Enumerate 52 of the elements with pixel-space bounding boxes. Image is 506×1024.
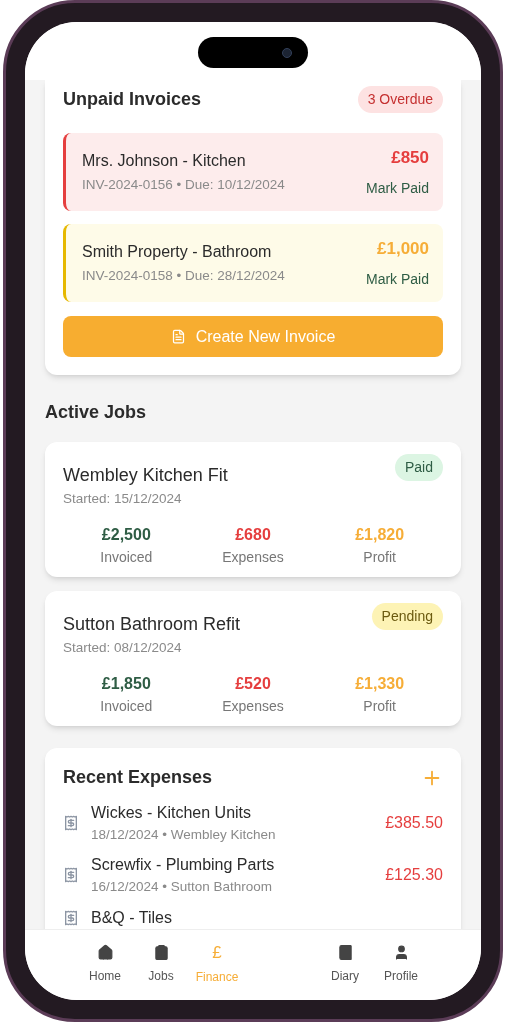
pound-glyph: £: [212, 944, 222, 962]
job-name: Wembley Kitchen Fit: [63, 464, 228, 487]
expense-amount: £385.50: [385, 813, 443, 834]
job-name: Sutton Bathroom Refit: [63, 613, 241, 636]
camera-icon: [282, 47, 292, 58]
invoice-meta: INV-2024-0156 • Due: 10/12/2024: [82, 175, 285, 194]
status-badge: Paid: [394, 454, 443, 481]
expense-title: Screwfix - Plumbing Parts: [91, 855, 276, 876]
job-card[interactable]: Sutton Bathroom Refit Started: 08/12/2024 Pending £1,850 Invoiced £520 Expenses £1,330 Profit: [45, 591, 461, 726]
stat-label: Profit: [363, 548, 396, 568]
receipt-icon: [63, 867, 79, 884]
expense-meta: 16/12/2024 • Sutton Bathroom: [91, 878, 274, 897]
section-title: Recent Expenses: [63, 766, 213, 789]
expense-amount: £125.30: [385, 865, 443, 886]
home-icon: [96, 944, 114, 961]
nav-tab[interactable]: Jobs: [133, 944, 189, 985]
stat-label: Profit: [363, 697, 396, 717]
section-title: Unpaid Invoices: [63, 88, 202, 111]
invoice-amount: £1,000: [377, 237, 429, 260]
invoice-item[interactable]: Mrs. Johnson - Kitchen INV-2024-0156 • Due: 10/12/2024 £850 Mark Paid: [63, 133, 443, 211]
invoice-meta: INV-2024-0158 • Due: 28/12/2024: [82, 266, 285, 285]
receipt-icon: [63, 815, 79, 832]
job-start-date: Started: 08/12/2024: [63, 639, 183, 657]
mark-paid-button[interactable]: Mark Paid: [365, 178, 429, 200]
stat-label: Invoiced: [100, 548, 153, 568]
nav-tab[interactable]: Diary: [317, 944, 373, 985]
stat-value: £1,330: [355, 674, 405, 695]
job-card[interactable]: Wembley Kitchen Fit Started: 15/12/2024 Paid £2,500 Invoiced £680 Expenses £1,820 Profit: [45, 442, 461, 577]
stat-value: £1,850: [101, 674, 151, 695]
document-icon: [170, 329, 186, 344]
expense-title: Wickes - Kitchen Units: [91, 803, 253, 823]
stat-value: £520: [235, 674, 271, 695]
stat-label: Invoiced: [100, 697, 153, 717]
stat-label: Expenses: [222, 548, 284, 568]
invoice-amount: £850: [391, 146, 429, 169]
receipt-icon: [63, 909, 79, 926]
overdue-badge: 3 Overdue: [357, 86, 443, 113]
job-start-date: Started: 15/12/2024: [63, 490, 183, 508]
expense-meta: 18/12/2024 • Wembley Kitchen: [91, 826, 277, 844]
nav-tab[interactable]: Profile: [373, 944, 429, 985]
stat-value: £680: [235, 525, 271, 546]
stat-value: £2,500: [101, 525, 151, 546]
stat-value: £1,820: [355, 525, 405, 546]
nav-tab[interactable]: Home: [77, 944, 133, 985]
invoice-client: Smith Property - Bathroom: [82, 241, 273, 262]
section-title: Active Jobs: [45, 401, 148, 424]
expense-title: B&Q - Tiles: [91, 907, 173, 928]
status-badge: Pending: [371, 603, 443, 630]
invoice-client: Mrs. Johnson - Kitchen: [82, 150, 247, 171]
mark-paid-button[interactable]: Mark Paid: [365, 269, 429, 291]
invoice-item[interactable]: Smith Property - Bathroom INV-2024-0158 • Due: 28/12/2024 £1,000 Mark Paid: [63, 224, 443, 302]
stat-label: Expenses: [222, 697, 284, 717]
